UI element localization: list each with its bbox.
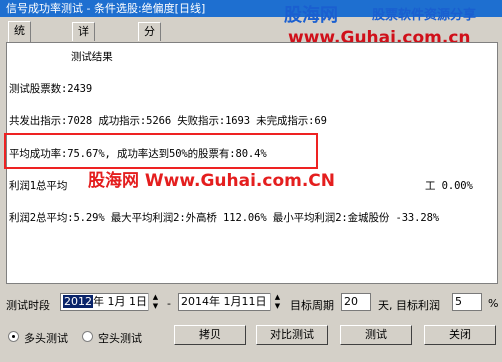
signal-summary: 共发出指示:7028 成功指示:5266 失败指示:1693 未完成指示:69 <box>9 115 327 127</box>
start-date-field[interactable]: 2012年 1月 1日 <box>60 293 162 311</box>
radio-short-test[interactable] <box>82 331 93 342</box>
close-button[interactable]: 关闭 <box>424 325 496 345</box>
end-date-field[interactable]: 2014年 1月11日 <box>178 293 284 311</box>
period-label: 测试时段 <box>6 299 50 312</box>
profit2-summary: 利润2总平均:5.29% 最大平均利润2:外高桥 112.06% 最小平均利润2… <box>9 212 440 224</box>
start-date-spinner[interactable]: ▲ ▼ <box>148 293 162 311</box>
radio-long-label[interactable]: 多头测试 <box>24 330 68 346</box>
target-profit-input[interactable]: 5 <box>452 293 482 311</box>
watermark-logo: 股海网 <box>284 5 338 26</box>
target-profit-label: 天, 目标利润 <box>378 299 440 312</box>
radio-short-label[interactable]: 空头测试 <box>98 330 142 346</box>
stock-count: 测试股票数:2439 <box>9 83 93 95</box>
results-heading: 测试结果 <box>71 51 113 63</box>
watermark-overlay: 股海网 Www.Guhai.com.CN <box>88 171 335 191</box>
date-separator: - <box>167 297 171 310</box>
start-date-year: 2012 <box>63 295 93 308</box>
profit1-summary: 利润1总平均 <box>9 180 68 192</box>
highlight-box <box>4 133 318 169</box>
copy-button[interactable]: 拷贝 <box>174 325 246 345</box>
watermark-slogan: 股票软件资源分享 <box>372 8 477 23</box>
target-period-label: 目标周期 <box>290 299 334 312</box>
profit1-tail: 工 0.00% <box>425 180 473 192</box>
compare-test-button[interactable]: 对比测试 <box>256 325 328 345</box>
end-date-spinner[interactable]: ▲ ▼ <box>270 293 284 311</box>
test-button[interactable]: 测试 <box>340 325 412 345</box>
percent-sign: % <box>488 297 499 310</box>
tab-stats[interactable]: 统计数据 <box>8 21 31 91</box>
target-period-input[interactable]: 20 <box>341 293 371 311</box>
radio-long-test[interactable] <box>8 331 19 342</box>
tab-distribution[interactable]: 分布图 <box>138 22 161 74</box>
tab-detail-list[interactable]: 详细列表 <box>72 22 95 92</box>
start-date-rest: 年 1月 1日 <box>93 295 147 308</box>
window-title: 信号成功率测试 - 条件选股:绝偏度[日线] <box>6 2 206 15</box>
